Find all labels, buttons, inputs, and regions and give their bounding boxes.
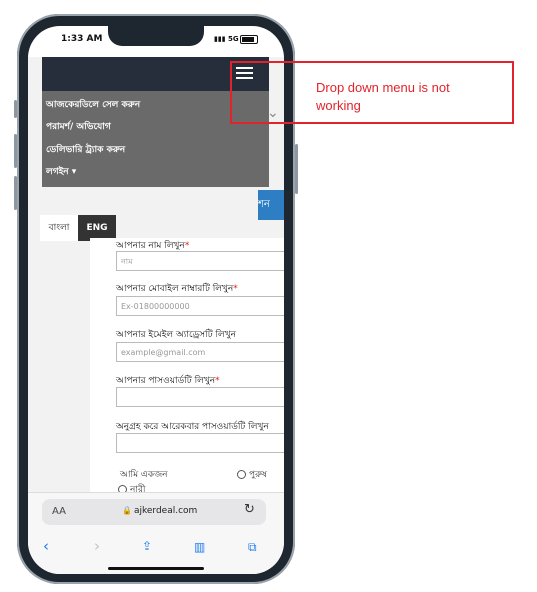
back-icon[interactable]: ‹ <box>43 537 49 555</box>
url-display: 🔒 ajkerdeal.com <box>122 506 198 516</box>
registration-form: আপনার নাম লিখুন* নাম আপনার মোবাইল নাম্বা… <box>90 238 284 523</box>
address-bar[interactable]: AA 🔒 ajkerdeal.com ↻ <box>42 499 266 525</box>
home-indicator <box>108 567 204 570</box>
gender-male-option[interactable]: পুরুষ <box>237 467 267 482</box>
menu-item-sell[interactable]: আজকেরডিলে সেল করুন <box>46 97 140 112</box>
menu-item-feedback[interactable]: পরামর্শ/ অভিযোগ <box>46 119 111 134</box>
signal-icon: ▮▮▮ 5G <box>214 35 239 43</box>
email-label: আপনার ইমেইল অ্যাড্রেসটি লিখুন <box>116 330 237 340</box>
network-label: 5G <box>228 35 239 43</box>
text-size-button[interactable]: AA <box>52 506 66 517</box>
radio-icon <box>237 470 246 479</box>
annotation-box: Drop down menu is not working <box>230 61 514 124</box>
annotation-text: Drop down menu is not working <box>316 80 450 113</box>
bookmarks-icon[interactable]: ▥ <box>194 540 205 554</box>
safari-toolbar: AA 🔒 ajkerdeal.com ↻ ‹ › ⇪ ▥ ⧉ <box>28 492 284 574</box>
status-time: 1:33 AM <box>61 34 103 44</box>
menu-item-login[interactable]: লগইন ▾ <box>46 164 76 179</box>
confirm-password-input[interactable] <box>116 433 284 453</box>
confirm-password-label: অনুগ্রহ করে আরেকবার পাসওয়ার্ডটি লিখুন <box>116 422 269 432</box>
page-heading-fragment: শন <box>258 190 284 220</box>
name-input[interactable]: নাম <box>116 251 284 271</box>
gender-label: আমি একজন <box>120 470 168 480</box>
mute-switch <box>14 100 17 118</box>
mobile-label: আপনার মোবাইল নাম্বারটি লিখুন* <box>116 284 238 294</box>
volume-down-button <box>14 176 17 210</box>
menu-item-track-delivery[interactable]: ডেলিভারি ট্র্যাক করুন <box>46 142 125 157</box>
password-input[interactable] <box>116 387 284 407</box>
share-icon[interactable]: ⇪ <box>142 539 152 553</box>
reload-icon[interactable]: ↻ <box>244 502 255 517</box>
forward-icon[interactable]: › <box>94 537 100 555</box>
power-button <box>295 144 298 194</box>
bangla-tab[interactable]: বাংলা <box>40 215 78 241</box>
volume-up-button <box>14 134 17 168</box>
email-input[interactable]: example@gmail.com <box>116 342 284 362</box>
status-bar: 1:33 AM ▮▮▮ 5G <box>28 34 284 48</box>
lock-icon: 🔒 <box>122 506 132 515</box>
password-label: আপনার পাসওয়ার্ডটি লিখুন* <box>116 376 220 386</box>
battery-icon <box>240 35 258 44</box>
tabs-icon[interactable]: ⧉ <box>248 540 257 555</box>
mobile-input[interactable]: Ex-01800000000 <box>116 296 284 316</box>
